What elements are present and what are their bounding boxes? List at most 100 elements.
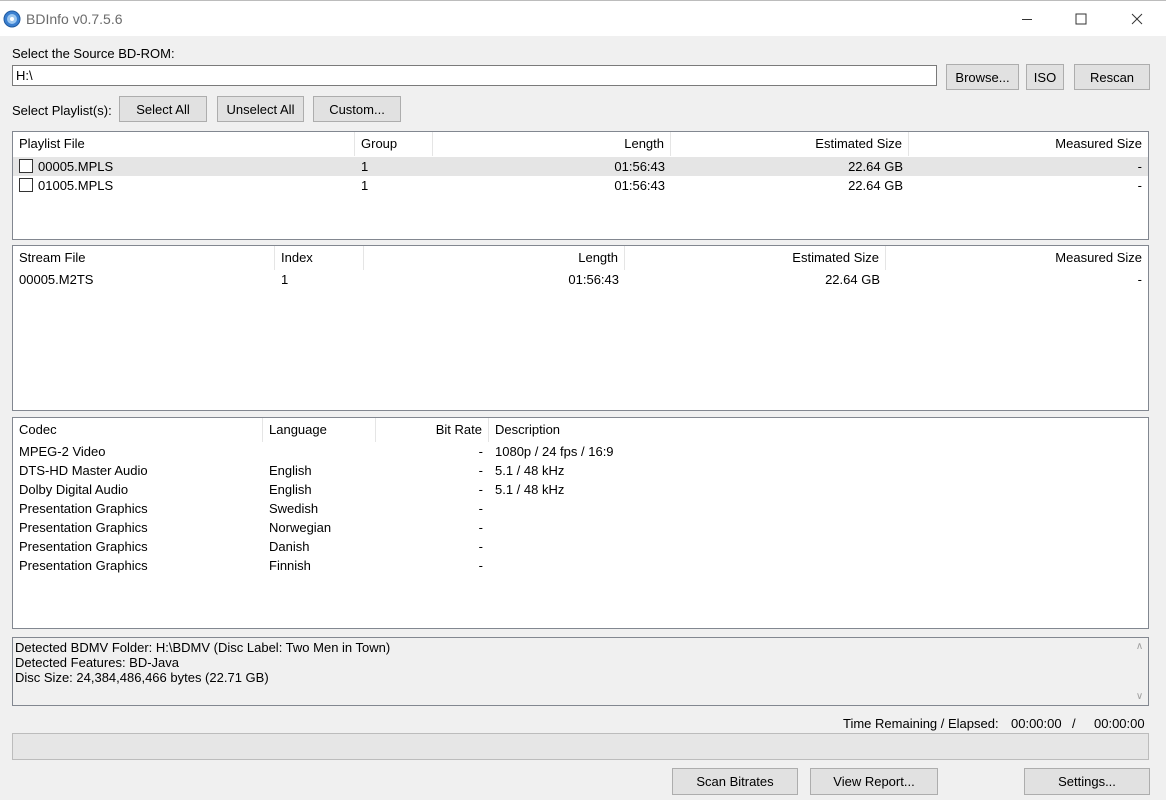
select-all-button[interactable]: Select All (119, 96, 207, 122)
playlist-list[interactable]: Playlist File Group Length Estimated Siz… (12, 131, 1149, 240)
scan-bitrates-button[interactable]: Scan Bitrates (672, 768, 798, 795)
playlist-measured-size: - (1137, 178, 1142, 193)
codec-row[interactable]: Presentation Graphics Danish - (13, 537, 1148, 556)
custom-button[interactable]: Custom... (313, 96, 401, 122)
codec-language: Danish (269, 539, 310, 554)
column-header-group[interactable]: Group (355, 132, 433, 156)
codec-description (489, 537, 1089, 556)
codec-name: MPEG-2 Video (19, 444, 106, 459)
playlist-length: 01:56:43 (614, 178, 665, 193)
playlist-estimated-size: 22.64 GB (848, 159, 903, 174)
stream-length: 01:56:43 (568, 272, 619, 287)
maximize-button[interactable] (1058, 1, 1104, 36)
browse-button[interactable]: Browse... (946, 64, 1019, 90)
title-bar[interactable]: BDInfo v0.7.5.6 (0, 0, 1166, 36)
settings-button[interactable]: Settings... (1024, 768, 1150, 795)
codec-language: English (269, 463, 312, 478)
unselect-all-button[interactable]: Unselect All (217, 96, 304, 122)
column-header-bit-rate[interactable]: Bit Rate (376, 418, 489, 442)
close-icon (1131, 13, 1143, 24)
codec-description (489, 556, 1089, 575)
stream-estimated-size: 22.64 GB (825, 272, 880, 287)
stream-index: 1 (281, 272, 289, 287)
window-title: BDInfo v0.7.5.6 (26, 11, 123, 27)
info-scrollbar[interactable]: ∧ ∨ (1131, 638, 1148, 705)
iso-button[interactable]: ISO (1026, 64, 1064, 90)
column-header-playlist-file[interactable]: Playlist File (13, 132, 355, 156)
minimize-button[interactable] (1004, 1, 1050, 36)
codec-description: 5.1 / 48 kHz (495, 463, 565, 478)
playlist-estimated-size: 22.64 GB (848, 178, 903, 193)
codec-row[interactable]: Presentation Graphics Norwegian - (13, 518, 1148, 537)
stream-header: Stream File Index Length Estimated Size … (13, 246, 1148, 270)
column-header-length[interactable]: Length (364, 246, 625, 270)
codec-bitrate: - (478, 539, 483, 554)
source-label: Select the Source BD-ROM: (12, 46, 175, 61)
playlist-file: 00005.MPLS (38, 159, 114, 174)
codec-bitrate: - (478, 501, 483, 516)
codec-list[interactable]: Codec Language Bit Rate Description MPEG… (12, 417, 1149, 629)
codec-bitrate: - (478, 482, 483, 497)
view-report-button[interactable]: View Report... (810, 768, 938, 795)
info-line: Disc Size: 24,384,486,466 bytes (22.71 G… (15, 670, 269, 685)
codec-name: Presentation Graphics (19, 520, 148, 535)
minimize-icon (1022, 18, 1032, 20)
codec-language: Swedish (269, 501, 319, 516)
codec-description: 1080p / 24 fps / 16:9 (495, 444, 614, 459)
disc-info-box[interactable]: Detected BDMV Folder: H:\BDMV (Disc Labe… (12, 637, 1149, 706)
codec-bitrate: - (478, 444, 483, 459)
playlist-length: 01:56:43 (614, 159, 665, 174)
column-header-index[interactable]: Index (275, 246, 364, 270)
disc-icon (3, 10, 21, 28)
playlist-group: 1 (361, 159, 369, 174)
stream-measured-size: - (1137, 272, 1142, 287)
stream-list[interactable]: Stream File Index Length Estimated Size … (12, 245, 1149, 411)
rescan-button[interactable]: Rescan (1074, 64, 1150, 90)
column-header-estimated-size[interactable]: Estimated Size (671, 132, 909, 156)
column-header-language[interactable]: Language (263, 418, 376, 442)
time-remaining-label: Time Remaining / Elapsed: (843, 716, 999, 731)
codec-name: DTS-HD Master Audio (19, 463, 148, 478)
playlist-group: 1 (361, 178, 369, 193)
codec-row[interactable]: Dolby Digital Audio English - 5.1 / 48 k… (13, 480, 1148, 499)
column-header-description[interactable]: Description (489, 418, 1148, 442)
codec-header: Codec Language Bit Rate Description (13, 418, 1148, 442)
codec-bitrate: - (478, 463, 483, 478)
time-separator: / (1072, 716, 1076, 731)
stream-row[interactable]: 00005.M2TS 1 01:56:43 22.64 GB - (13, 270, 1148, 289)
codec-row[interactable]: Presentation Graphics Swedish - (13, 499, 1148, 518)
info-line: Detected Features: BD-Java (15, 655, 180, 670)
scroll-up-icon[interactable]: ∧ (1131, 638, 1148, 655)
codec-bitrate: - (478, 558, 483, 573)
column-header-stream-file[interactable]: Stream File (13, 246, 275, 270)
codec-name: Presentation Graphics (19, 501, 148, 516)
source-path-input[interactable]: H:\ (12, 65, 937, 86)
column-header-measured-size[interactable]: Measured Size (909, 132, 1148, 156)
close-button[interactable] (1114, 1, 1160, 36)
codec-name: Presentation Graphics (19, 539, 148, 554)
column-header-estimated-size[interactable]: Estimated Size (625, 246, 886, 270)
column-header-measured-size[interactable]: Measured Size (886, 246, 1148, 270)
playlist-row[interactable]: 00005.MPLS 1 01:56:43 22.64 GB - (13, 157, 1148, 176)
playlist-measured-size: - (1137, 159, 1142, 174)
playlist-checkbox[interactable] (19, 159, 33, 173)
playlist-checkbox[interactable] (19, 178, 33, 192)
column-header-codec[interactable]: Codec (13, 418, 263, 442)
codec-name: Dolby Digital Audio (19, 482, 129, 497)
time-elapsed-value: 00:00:00 (1094, 716, 1145, 731)
codec-language (263, 442, 376, 461)
codec-row[interactable]: DTS-HD Master Audio English - 5.1 / 48 k… (13, 461, 1148, 480)
playlist-row[interactable]: 01005.MPLS 1 01:56:43 22.64 GB - (13, 176, 1148, 195)
stream-file: 00005.M2TS (19, 272, 94, 287)
scan-progress-bar (12, 733, 1149, 760)
info-line: Detected BDMV Folder: H:\BDMV (Disc Labe… (15, 640, 391, 655)
playlist-header: Playlist File Group Length Estimated Siz… (13, 132, 1148, 156)
scroll-down-icon[interactable]: ∨ (1131, 688, 1148, 705)
codec-language: English (269, 482, 312, 497)
codec-row[interactable]: MPEG-2 Video - 1080p / 24 fps / 16:9 (13, 442, 1148, 461)
time-remaining-value: 00:00:00 (1011, 716, 1062, 731)
column-header-length[interactable]: Length (433, 132, 671, 156)
codec-row[interactable]: Presentation Graphics Finnish - (13, 556, 1148, 575)
maximize-icon (1075, 13, 1087, 24)
codec-description (489, 499, 1089, 518)
